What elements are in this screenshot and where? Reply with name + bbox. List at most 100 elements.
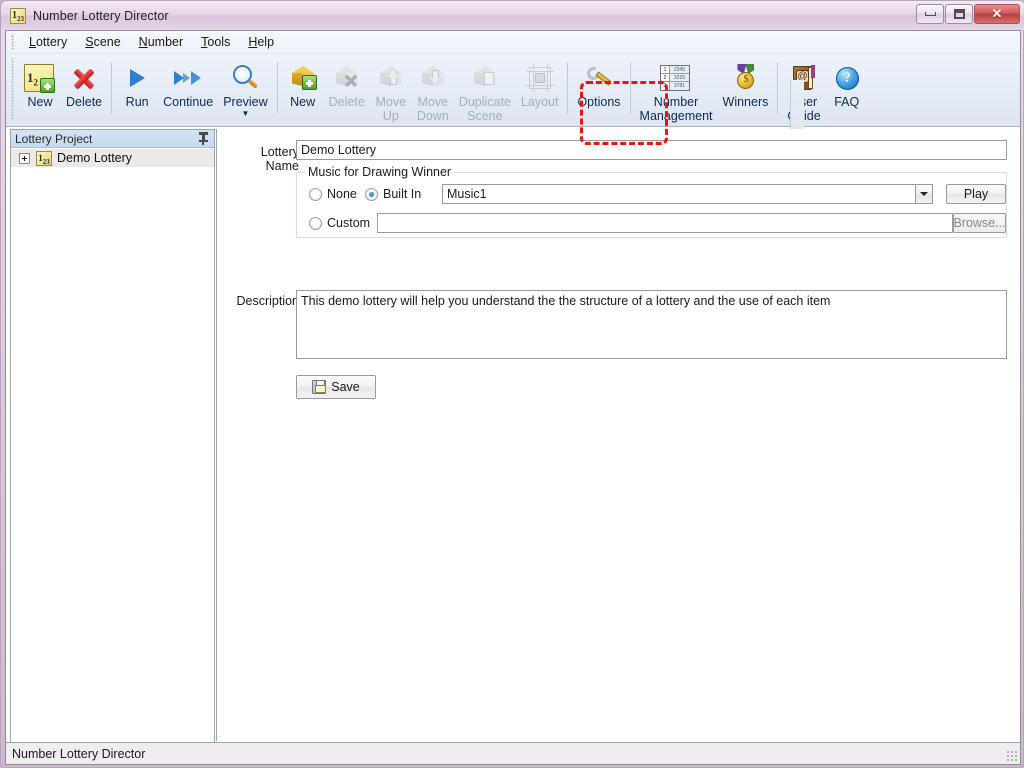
expand-plus-icon[interactable] bbox=[19, 153, 30, 164]
menu-item-scene[interactable]: Scene bbox=[76, 33, 129, 51]
music-group-title: Music for Drawing Winner bbox=[305, 165, 454, 179]
wrench-icon bbox=[583, 62, 615, 94]
toolbar-button-label: Layout bbox=[521, 95, 559, 109]
radio-custom-indicator[interactable] bbox=[309, 217, 322, 230]
resize-grip[interactable] bbox=[1006, 750, 1018, 762]
toolbar-grip[interactable] bbox=[9, 58, 17, 120]
radio-built-in-indicator[interactable] bbox=[365, 188, 378, 201]
radio-built-in-label: Built In bbox=[383, 187, 421, 201]
medal-icon bbox=[729, 62, 761, 94]
main-toolbar: 12 New Delete Run Continue bbox=[6, 54, 1020, 127]
move-down-cube-icon bbox=[417, 62, 449, 94]
toolbar-button-label: Preview bbox=[223, 95, 267, 109]
menu-bar: Lottery Scene Number Tools Help bbox=[6, 31, 1020, 54]
toolbar-button-label: Delete bbox=[66, 95, 102, 109]
client-area: Lottery Scene Number Tools Help 12 New D… bbox=[5, 30, 1021, 765]
toolbar-separator bbox=[777, 62, 778, 114]
project-tree: 123 Demo Lottery bbox=[11, 149, 214, 742]
builtin-music-value: Music1 bbox=[443, 187, 915, 201]
toolbar-delete-lottery-button[interactable]: Delete bbox=[61, 58, 107, 120]
toolbar-move-up-button[interactable]: Move Up bbox=[370, 58, 412, 120]
toolbar-button-label: Continue bbox=[163, 95, 213, 109]
toolbar-separator bbox=[567, 62, 568, 114]
play-icon bbox=[121, 62, 153, 94]
radio-custom[interactable]: Custom bbox=[309, 216, 370, 230]
maximize-icon bbox=[954, 9, 965, 19]
toolbar-run-button[interactable]: Run bbox=[116, 58, 158, 120]
application-window: 123 Number Lottery Director ✕ Lottery Sc… bbox=[0, 0, 1024, 768]
toolbar-button-label: New bbox=[27, 95, 52, 109]
radio-none[interactable]: None bbox=[309, 187, 357, 201]
toolbar-faq-button[interactable]: ? FAQ bbox=[826, 58, 868, 120]
toolbar-separator bbox=[277, 62, 278, 114]
description-label: Description bbox=[227, 294, 299, 308]
close-button[interactable]: ✕ bbox=[974, 4, 1020, 24]
toolbar-button-label: Move Up bbox=[376, 95, 407, 123]
new-scene-cube-icon bbox=[287, 62, 319, 94]
toolbar-button-label: Number Management bbox=[640, 95, 713, 123]
description-textarea[interactable] bbox=[296, 290, 1007, 359]
toolbar-new-scene-button[interactable]: New bbox=[282, 58, 324, 120]
status-bar: Number Lottery Director bbox=[6, 742, 1020, 764]
menu-grip[interactable] bbox=[9, 34, 17, 50]
lottery-node-icon: 123 bbox=[36, 151, 52, 166]
toolbar-button-label: FAQ bbox=[834, 95, 859, 109]
menu-item-lottery[interactable]: Lottery bbox=[20, 33, 76, 51]
toolbar-delete-scene-button[interactable]: Delete bbox=[324, 58, 370, 120]
lottery-properties-form: Lottery Name Music for Drawing Winner No… bbox=[216, 129, 1020, 741]
toolbar-preview-button[interactable]: Preview ▼ bbox=[218, 58, 272, 120]
radio-none-indicator[interactable] bbox=[309, 188, 322, 201]
lottery-project-panel: Lottery Project 123 Demo Lottery bbox=[10, 129, 215, 743]
chevron-down-icon[interactable]: ▼ bbox=[241, 110, 249, 117]
tree-item-demo-lottery[interactable]: 123 Demo Lottery bbox=[11, 149, 214, 167]
new-lottery-icon: 12 bbox=[24, 62, 56, 94]
toolbar-separator bbox=[630, 62, 631, 114]
toolbar-number-management-button[interactable]: 12345 23215 33781 Number Management bbox=[635, 58, 718, 120]
save-button[interactable]: Save bbox=[296, 375, 376, 399]
builtin-music-combo[interactable]: Music1 bbox=[442, 184, 933, 204]
panel-header: Lottery Project bbox=[11, 130, 214, 148]
window-title: Number Lottery Director bbox=[33, 9, 169, 23]
custom-music-path-input[interactable] bbox=[377, 213, 953, 233]
status-text: Number Lottery Director bbox=[12, 747, 145, 761]
toolbar-layout-button[interactable]: Layout bbox=[516, 58, 564, 120]
toolbar-continue-button[interactable]: Continue bbox=[158, 58, 218, 120]
app-icon: 123 bbox=[10, 8, 26, 24]
toolbar-user-guide-button[interactable]: @ User Guide bbox=[782, 58, 825, 120]
toolbar-button-label: Run bbox=[126, 95, 149, 109]
continue-icon bbox=[172, 62, 204, 94]
toolbar-separator bbox=[111, 62, 112, 114]
lottery-name-input[interactable] bbox=[296, 140, 1007, 160]
pin-icon[interactable] bbox=[198, 132, 210, 145]
minimize-button[interactable] bbox=[916, 4, 944, 24]
toolbar-button-label: New bbox=[290, 95, 315, 109]
toolbar-button-label: Move Down bbox=[417, 95, 449, 123]
toolbar-button-label: Options bbox=[577, 95, 620, 109]
tree-item-label: Demo Lottery bbox=[57, 151, 132, 165]
move-up-cube-icon bbox=[375, 62, 407, 94]
toolbar-new-lottery-button[interactable]: 12 New bbox=[19, 58, 61, 120]
toolbar-options-button[interactable]: Options bbox=[572, 58, 625, 120]
lottery-name-label: Lottery Name bbox=[227, 145, 299, 173]
radio-none-label: None bbox=[327, 187, 357, 201]
play-music-button[interactable]: Play bbox=[946, 184, 1006, 204]
menu-item-tools[interactable]: Tools bbox=[192, 33, 239, 51]
panel-title: Lottery Project bbox=[15, 132, 198, 146]
title-bar: 123 Number Lottery Director ✕ bbox=[1, 1, 1024, 30]
delete-red-x-icon bbox=[68, 62, 100, 94]
toolbar-move-down-button[interactable]: Move Down bbox=[412, 58, 454, 120]
duplicate-scene-cube-icon bbox=[469, 62, 501, 94]
browse-music-button[interactable]: Browse... bbox=[953, 213, 1006, 233]
maximize-button[interactable] bbox=[945, 4, 973, 24]
radio-built-in[interactable]: Built In bbox=[365, 187, 421, 201]
close-icon: ✕ bbox=[992, 6, 1003, 22]
toolbar-winners-button[interactable]: Winners bbox=[718, 58, 774, 120]
window-controls: ✕ bbox=[915, 4, 1020, 24]
question-ball-icon: ? bbox=[831, 62, 863, 94]
menu-item-help[interactable]: Help bbox=[239, 33, 283, 51]
save-button-label: Save bbox=[331, 380, 360, 394]
toolbar-duplicate-scene-button[interactable]: Duplicate Scene bbox=[454, 58, 516, 120]
floppy-save-icon bbox=[312, 380, 326, 394]
chevron-down-icon[interactable] bbox=[915, 185, 932, 203]
menu-item-number[interactable]: Number bbox=[130, 33, 192, 51]
